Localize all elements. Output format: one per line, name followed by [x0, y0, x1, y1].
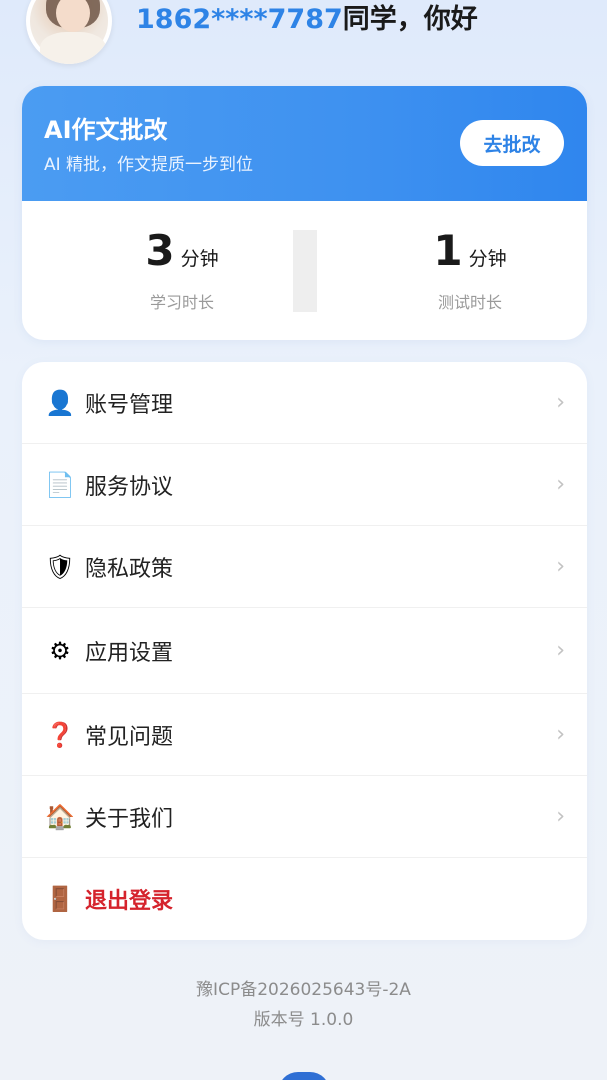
go-correct-button[interactable]: 去批改	[460, 120, 564, 166]
ai-essay-title: AI作文批改	[44, 116, 168, 144]
settings-menu: 👤 账号管理 › 📄 服务协议 › 🛡 隐私政策 › ⚙ 应用设置 › ❓ 常见…	[22, 362, 587, 940]
stat-divider	[293, 230, 317, 312]
test-time-stat: 1 分钟 测试时长	[370, 226, 570, 313]
shield-icon: 🛡	[44, 552, 76, 581]
menu-item-faq[interactable]: ❓ 常见问题 ›	[22, 694, 587, 776]
menu-item-label: 账号管理	[85, 392, 174, 418]
test-time-value: 1	[433, 226, 463, 275]
menu-item-about-us[interactable]: 🏠 关于我们 ›	[22, 776, 587, 858]
menu-item-privacy-policy[interactable]: 🛡 隐私政策 ›	[22, 526, 587, 608]
study-time-label: 学习时长	[149, 293, 214, 312]
bottom-edge-element	[278, 1072, 330, 1080]
footer: 豫ICP备2026025643号-2A 版本号 1.0.0	[0, 975, 607, 1035]
chevron-right-icon: ›	[556, 554, 565, 579]
chevron-right-icon: ›	[556, 722, 565, 747]
ai-essay-banner: AI作文批改 AI 精批，作文提质一步到位 去批改	[22, 86, 587, 201]
profile-header: 1862****7787同学，你好	[0, 0, 607, 80]
logout-label: 退出登录	[85, 889, 174, 914]
study-time-value: 3	[145, 226, 175, 275]
icp-record: 豫ICP备2026025643号-2A	[196, 980, 411, 1000]
menu-item-service-agreement[interactable]: 📄 服务协议 ›	[22, 444, 587, 526]
gear-icon: ⚙	[49, 636, 71, 665]
chevron-right-icon: ›	[556, 804, 565, 829]
greeting-suffix: 同学，你好	[342, 4, 478, 35]
app-version: 版本号 1.0.0	[253, 1010, 354, 1030]
greeting-phone: 1862****7787	[136, 4, 343, 35]
menu-item-label: 关于我们	[85, 806, 174, 832]
menu-item-label: 隐私政策	[85, 556, 174, 582]
logout-button[interactable]: 🚪 退出登录	[22, 858, 587, 940]
menu-item-app-settings[interactable]: ⚙ 应用设置 ›	[22, 608, 587, 694]
user-icon: 👤	[45, 388, 75, 417]
greeting: 1862****7787同学，你好	[136, 2, 478, 38]
test-time-unit: 分钟	[468, 248, 507, 270]
question-icon: ❓	[45, 720, 75, 749]
ai-essay-card: AI作文批改 AI 精批，作文提质一步到位 去批改 3 分钟 学习时长 1 分钟 测…	[22, 86, 587, 340]
menu-item-label: 常见问题	[85, 724, 174, 750]
study-time-unit: 分钟	[180, 248, 219, 270]
chevron-right-icon: ›	[556, 638, 565, 663]
document-icon: 📄	[45, 470, 75, 499]
chevron-right-icon: ›	[556, 390, 565, 415]
chevron-right-icon: ›	[556, 472, 565, 497]
door-icon: 🚪	[45, 885, 75, 913]
menu-item-account[interactable]: 👤 账号管理 ›	[22, 362, 587, 444]
house-icon: 🏠	[45, 802, 75, 831]
menu-item-label: 服务协议	[85, 474, 174, 500]
avatar[interactable]	[26, 0, 112, 64]
study-time-stat: 3 分钟 学习时长	[82, 226, 282, 313]
test-time-label: 测试时长	[437, 293, 502, 312]
avatar-image	[30, 0, 108, 64]
menu-item-label: 应用设置	[85, 640, 174, 666]
ai-essay-subtitle: AI 精批，作文提质一步到位	[44, 155, 254, 175]
